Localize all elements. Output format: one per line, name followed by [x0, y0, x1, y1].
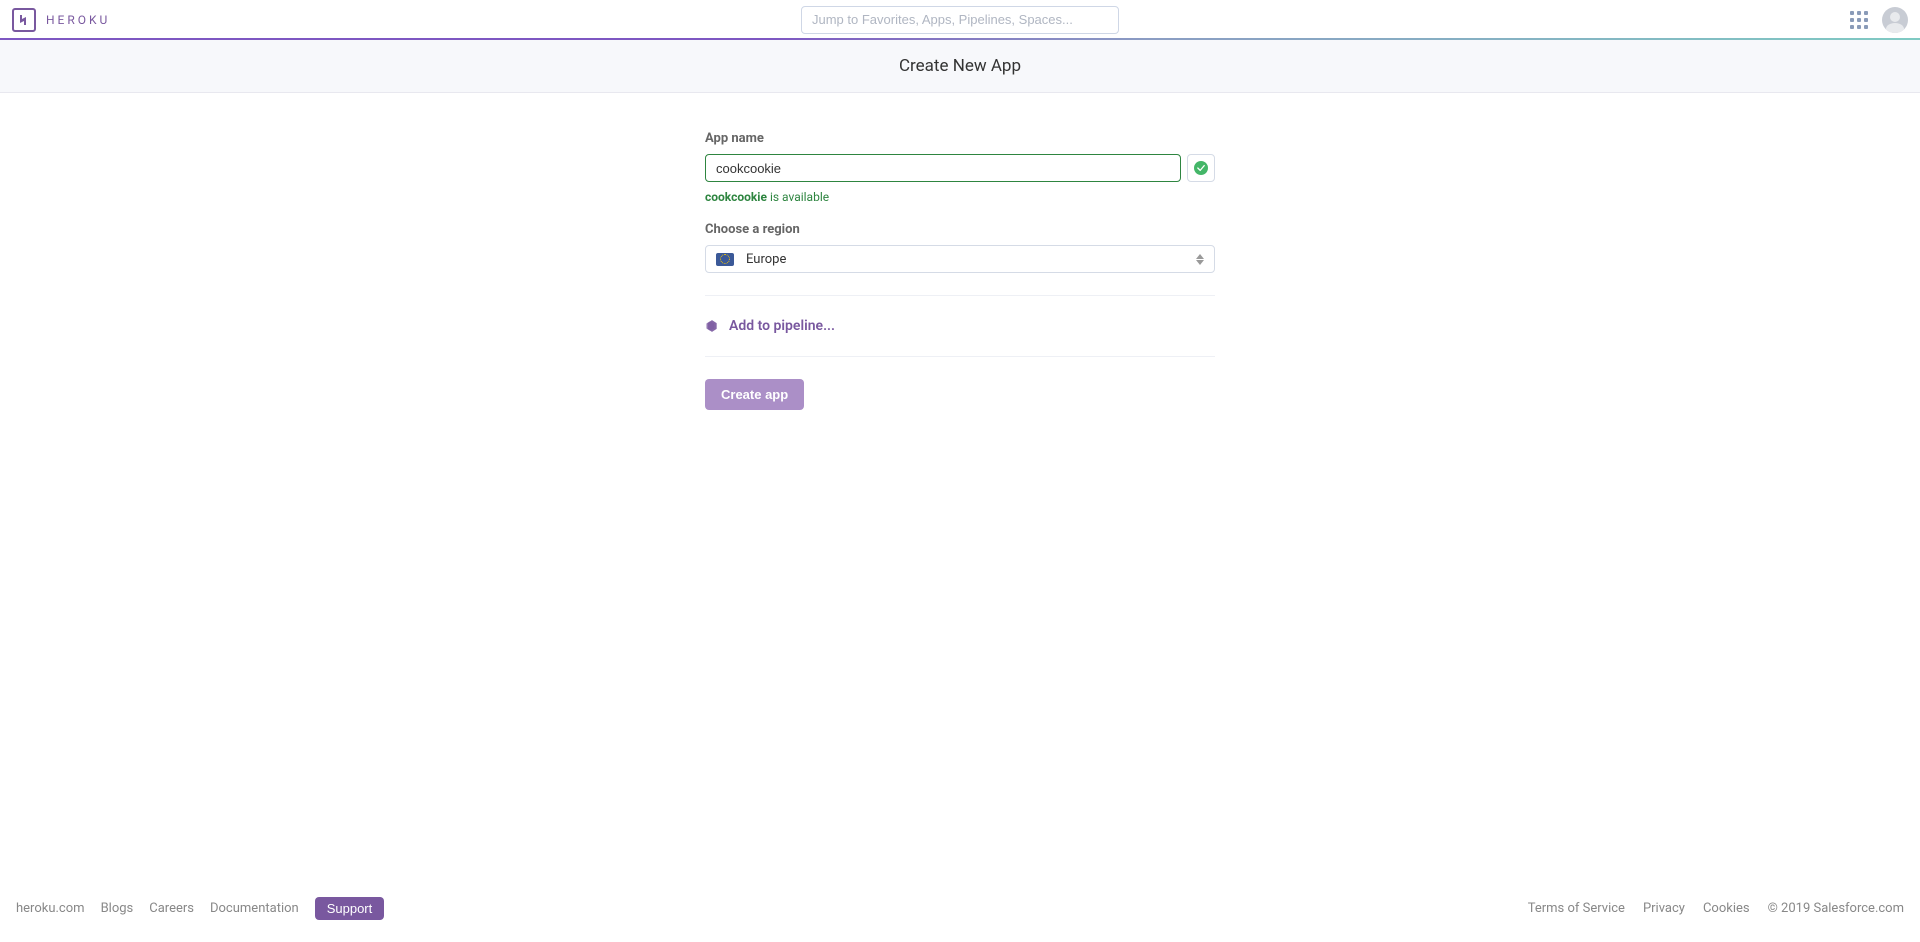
- select-caret-icon: [1196, 254, 1204, 265]
- search-wrap: [801, 6, 1119, 34]
- footer-link-blogs[interactable]: Blogs: [101, 901, 134, 916]
- divider: [705, 295, 1215, 296]
- avatar[interactable]: [1882, 7, 1908, 33]
- copyright: © 2019 Salesforce.com: [1768, 901, 1904, 916]
- validation-badge: [1187, 154, 1215, 182]
- footer-link-documentation[interactable]: Documentation: [210, 901, 299, 916]
- footer-link-careers[interactable]: Careers: [149, 901, 194, 916]
- pipeline-icon: [705, 319, 719, 333]
- region-group: Choose a region Europe: [705, 222, 1215, 273]
- page-header: Create New App: [0, 40, 1920, 93]
- eu-flag-icon: [716, 253, 734, 266]
- add-to-pipeline-link[interactable]: Add to pipeline...: [705, 318, 1215, 334]
- app-name-label: App name: [705, 131, 1215, 146]
- footer-link-cookies[interactable]: Cookies: [1703, 901, 1750, 916]
- availability-suffix: is available: [767, 190, 829, 204]
- footer: heroku.com Blogs Careers Documentation S…: [0, 885, 1920, 942]
- availability-name: cookcookie: [705, 190, 767, 204]
- footer-link-terms[interactable]: Terms of Service: [1528, 901, 1625, 916]
- app-name-input[interactable]: [705, 154, 1181, 182]
- pipeline-link-label: Add to pipeline...: [729, 318, 835, 334]
- apps-grid-icon[interactable]: [1850, 11, 1868, 29]
- spacer: [0, 410, 1920, 885]
- heroku-logo-icon: [12, 8, 36, 32]
- create-app-form: App name cookcookie is available Choose …: [705, 131, 1215, 410]
- region-label: Choose a region: [705, 222, 1215, 237]
- app-name-row: [705, 154, 1215, 182]
- brand-name: HEROKU: [46, 13, 110, 27]
- topbar-right: [1850, 7, 1908, 33]
- heroku-logo[interactable]: HEROKU: [12, 8, 110, 32]
- search-input[interactable]: [801, 6, 1119, 34]
- page-title: Create New App: [0, 56, 1920, 76]
- region-select[interactable]: Europe: [705, 245, 1215, 273]
- region-value: Europe: [746, 252, 786, 267]
- create-app-button[interactable]: Create app: [705, 379, 804, 410]
- footer-right: Terms of Service Privacy Cookies © 2019 …: [1528, 901, 1904, 916]
- footer-link-privacy[interactable]: Privacy: [1643, 901, 1685, 916]
- footer-left: heroku.com Blogs Careers Documentation S…: [16, 897, 384, 920]
- check-icon: [1194, 161, 1208, 175]
- topbar: HEROKU: [0, 0, 1920, 40]
- footer-link-heroku[interactable]: heroku.com: [16, 901, 85, 916]
- support-button[interactable]: Support: [315, 897, 385, 920]
- divider-2: [705, 356, 1215, 357]
- availability-message: cookcookie is available: [705, 190, 1215, 204]
